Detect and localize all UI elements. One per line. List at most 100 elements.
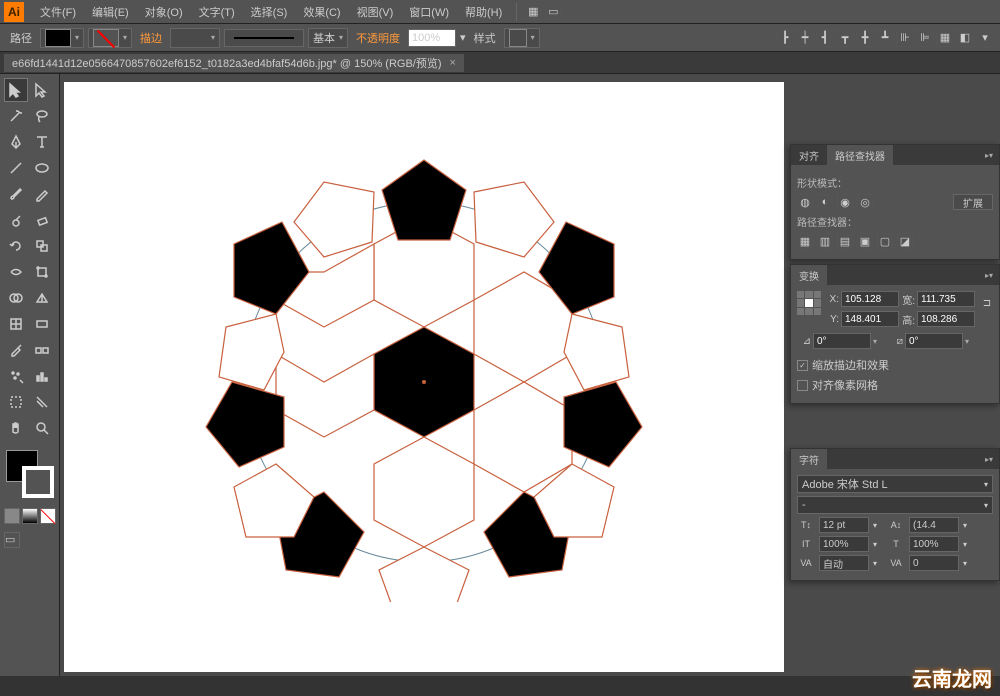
gradient-tool-icon[interactable] bbox=[30, 312, 54, 336]
soccer-ball-artwork[interactable] bbox=[184, 122, 664, 602]
paintbrush-tool-icon[interactable] bbox=[4, 182, 28, 206]
stroke-weight-input[interactable]: ▾ bbox=[170, 28, 220, 48]
menu-object[interactable]: 对象(O) bbox=[137, 4, 191, 20]
align-bottom-icon[interactable]: ┻ bbox=[876, 29, 894, 47]
pen-tool-icon[interactable] bbox=[4, 130, 28, 154]
outline-icon[interactable]: ▢ bbox=[877, 233, 893, 249]
blob-brush-tool-icon[interactable] bbox=[4, 208, 28, 232]
transform-h-input[interactable]: 108.286 bbox=[917, 311, 975, 327]
gradient-mode-icon[interactable] bbox=[22, 508, 38, 524]
scale-tool-icon[interactable] bbox=[30, 234, 54, 258]
panel-menu-icon[interactable]: ▸▾ bbox=[979, 271, 999, 280]
align-top-icon[interactable]: ┳ bbox=[836, 29, 854, 47]
artboard[interactable] bbox=[64, 82, 784, 672]
transform-w-input[interactable]: 111.735 bbox=[917, 291, 975, 307]
line-tool-icon[interactable] bbox=[4, 156, 28, 180]
stroke-profile[interactable] bbox=[224, 29, 304, 47]
screen-mode-icon[interactable]: ▭ bbox=[4, 532, 20, 548]
menu-window[interactable]: 窗口(W) bbox=[401, 4, 457, 20]
reference-point-icon[interactable] bbox=[797, 291, 821, 315]
merge-icon[interactable]: ▤ bbox=[837, 233, 853, 249]
document-tab[interactable]: e66fd1441d12e0566470857602ef6152_t0182a3… bbox=[4, 54, 464, 72]
free-transform-tool-icon[interactable] bbox=[30, 260, 54, 284]
menu-view[interactable]: 视图(V) bbox=[349, 4, 402, 20]
transform-icon[interactable]: ▦ bbox=[936, 29, 954, 47]
type-tool-icon[interactable] bbox=[30, 130, 54, 154]
vscale-input[interactable]: 100% bbox=[909, 536, 959, 552]
menu-edit[interactable]: 编辑(E) bbox=[84, 4, 137, 20]
blend-tool-icon[interactable] bbox=[30, 338, 54, 362]
dist-v-icon[interactable]: ⊫ bbox=[916, 29, 934, 47]
more-icon[interactable]: ▾ bbox=[976, 29, 994, 47]
fill-stroke-indicator[interactable] bbox=[4, 448, 55, 502]
none-mode-icon[interactable] bbox=[40, 508, 56, 524]
align-vcenter-icon[interactable]: ╋ bbox=[856, 29, 874, 47]
shear-input[interactable]: 0° bbox=[905, 333, 963, 349]
menu-select[interactable]: 选择(S) bbox=[243, 4, 296, 20]
minus-front-icon[interactable]: ◐ bbox=[817, 194, 833, 210]
perspective-tool-icon[interactable] bbox=[30, 286, 54, 310]
exclude-icon[interactable]: ◎ bbox=[857, 194, 873, 210]
mesh-tool-icon[interactable] bbox=[4, 312, 28, 336]
minus-back-icon[interactable]: ◪ bbox=[897, 233, 913, 249]
stroke-swatch[interactable]: ▾ bbox=[88, 28, 132, 48]
selection-tool-icon[interactable] bbox=[4, 78, 28, 102]
menu-help[interactable]: 帮助(H) bbox=[457, 4, 510, 20]
magic-wand-tool-icon[interactable] bbox=[4, 104, 28, 128]
align-right-icon[interactable]: ┫ bbox=[816, 29, 834, 47]
pencil-tool-icon[interactable] bbox=[30, 182, 54, 206]
opacity-label[interactable]: 不透明度 bbox=[352, 30, 404, 46]
lasso-tool-icon[interactable] bbox=[30, 104, 54, 128]
isolate-icon[interactable]: ◧ bbox=[956, 29, 974, 47]
direct-selection-tool-icon[interactable] bbox=[30, 78, 54, 102]
menu-type[interactable]: 文字(T) bbox=[191, 4, 243, 20]
close-tab-icon[interactable]: × bbox=[450, 57, 456, 69]
dist-h-icon[interactable]: ⊪ bbox=[896, 29, 914, 47]
link-wh-icon[interactable]: ⊐ bbox=[981, 291, 993, 315]
stroke-label[interactable]: 描边 bbox=[136, 30, 166, 46]
panel-menu-icon[interactable]: ▸▾ bbox=[979, 455, 999, 464]
align-left-icon[interactable]: ┣ bbox=[776, 29, 794, 47]
brush-profile[interactable]: 基本▾ bbox=[308, 28, 348, 48]
eraser-tool-icon[interactable] bbox=[30, 208, 54, 232]
crop-icon[interactable]: ▣ bbox=[857, 233, 873, 249]
artboard-tool-icon[interactable] bbox=[4, 390, 28, 414]
ellipse-tool-icon[interactable] bbox=[30, 156, 54, 180]
hand-tool-icon[interactable] bbox=[4, 416, 28, 440]
arrange-icon[interactable]: ▭ bbox=[545, 4, 561, 20]
color-mode-icon[interactable] bbox=[4, 508, 20, 524]
align-pixel-checkbox[interactable]: 对齐像素网格 bbox=[797, 377, 993, 393]
font-family-select[interactable]: Adobe 宋体 Std L▾ bbox=[797, 475, 993, 493]
tab-align[interactable]: 对齐 bbox=[791, 145, 827, 165]
fill-swatch[interactable]: ▾ bbox=[40, 28, 84, 48]
style-swatch[interactable]: ▾ bbox=[504, 28, 540, 48]
zoom-tool-icon[interactable] bbox=[30, 416, 54, 440]
hscale-input[interactable]: 100% bbox=[819, 536, 869, 552]
kerning-input[interactable]: 自动 bbox=[819, 555, 869, 571]
leading-input[interactable]: (14.4 bbox=[909, 517, 959, 533]
align-hcenter-icon[interactable]: ┿ bbox=[796, 29, 814, 47]
font-style-select[interactable]: -▾ bbox=[797, 496, 993, 514]
divide-icon[interactable]: ▦ bbox=[797, 233, 813, 249]
rotate-input[interactable]: 0° bbox=[813, 333, 871, 349]
stroke-color-icon[interactable] bbox=[22, 466, 54, 498]
tab-transform[interactable]: 变换 bbox=[791, 265, 827, 285]
scale-strokes-checkbox[interactable]: ✓缩放描边和效果 bbox=[797, 357, 993, 373]
rotate-tool-icon[interactable] bbox=[4, 234, 28, 258]
symbol-spray-tool-icon[interactable] bbox=[4, 364, 28, 388]
tab-character[interactable]: 字符 bbox=[791, 449, 827, 469]
shape-builder-tool-icon[interactable] bbox=[4, 286, 28, 310]
layout-icon[interactable]: ▦ bbox=[525, 4, 541, 20]
menu-effect[interactable]: 效果(C) bbox=[295, 4, 348, 20]
tab-pathfinder[interactable]: 路径查找器 bbox=[827, 145, 893, 165]
slice-tool-icon[interactable] bbox=[30, 390, 54, 414]
expand-button[interactable]: 扩展 bbox=[953, 194, 993, 210]
tracking-input[interactable]: 0 bbox=[909, 555, 959, 571]
transform-x-input[interactable]: 105.128 bbox=[841, 291, 899, 307]
transform-y-input[interactable]: 148.401 bbox=[841, 311, 899, 327]
opacity-input[interactable]: 100% bbox=[408, 29, 456, 47]
trim-icon[interactable]: ▥ bbox=[817, 233, 833, 249]
width-tool-icon[interactable] bbox=[4, 260, 28, 284]
eyedropper-tool-icon[interactable] bbox=[4, 338, 28, 362]
unite-icon[interactable]: ◍ bbox=[797, 194, 813, 210]
